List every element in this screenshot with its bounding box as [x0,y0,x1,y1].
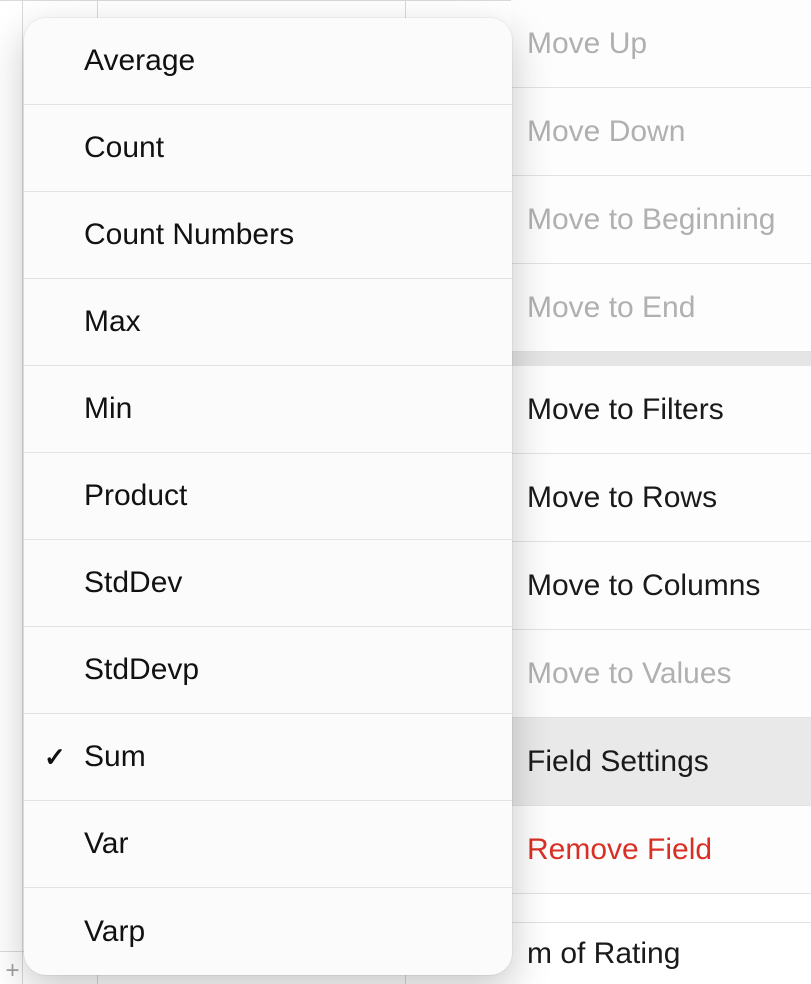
context-menu-item-move-columns[interactable]: Move to Columns [511,542,811,630]
summarize-option-label: Max [84,305,141,339]
context-menu-item-move-beginning: Move to Beginning [511,176,811,264]
summarize-option-count-numbers[interactable]: Count Numbers [24,192,512,279]
summarize-option-count[interactable]: Count [24,105,512,192]
summarize-option-varp[interactable]: Varp [24,888,512,975]
context-menu-item-label: Move to Values [527,657,732,691]
summarize-option-label: Min [84,392,132,426]
checkmark-icon: ✓ [44,742,66,773]
context-menu-item-move-up: Move Up [511,0,811,88]
context-menu-item-label: Move to End [527,291,695,325]
summarize-option-label: Count [84,131,164,165]
context-menu-item-remove-field[interactable]: Remove Field [511,806,811,894]
context-menu-item-label: Move Down [527,115,685,149]
context-menu-item-label: Move Up [527,27,647,61]
summarize-option-label: StdDev [84,566,182,600]
context-menu-separator [511,352,811,366]
summarize-option-label: Count Numbers [84,218,294,252]
summarize-option-label: Varp [84,915,145,949]
summarize-option-label: Var [84,827,128,861]
summarize-option-label: Average [84,44,195,78]
summarize-option-label: StdDevp [84,653,199,687]
context-menu-item-label: Move to Filters [527,393,724,427]
summarize-option-label: Sum [84,740,146,774]
context-menu-item-move-end: Move to End [511,264,811,352]
context-menu-item-move-down: Move Down [511,88,811,176]
value-field-label[interactable]: m of Rating [511,922,811,984]
context-menu-item-label: Move to Beginning [527,203,776,237]
context-menu-item-move-rows[interactable]: Move to Rows [511,454,811,542]
summarize-option-average[interactable]: Average [24,18,512,105]
value-field-label-text: m of Rating [527,937,680,971]
context-menu-item-label: Field Settings [527,745,709,779]
summarize-by-popup: Average Count Count Numbers Max Min Product St… [24,18,512,975]
summarize-option-max[interactable]: Max [24,279,512,366]
context-menu-item-move-values: Move to Values [511,630,811,718]
field-context-menu: Move Up Move Down Move to Beginning Move to… [511,0,811,894]
context-menu-item-label: Remove Field [527,833,712,867]
summarize-option-stddev[interactable]: StdDev [24,540,512,627]
summarize-option-label: Product [84,479,187,513]
summarize-option-min[interactable]: Min [24,366,512,453]
context-menu-item-field-settings[interactable]: Field Settings [511,718,811,806]
add-sheet-icon[interactable]: + [0,959,25,984]
summarize-option-stddevp[interactable]: StdDevp [24,627,512,714]
summarize-option-sum[interactable]: ✓ Sum [24,714,512,801]
summarize-option-product[interactable]: Product [24,453,512,540]
context-menu-item-label: Move to Columns [527,569,760,603]
context-menu-item-label: Move to Rows [527,481,717,515]
summarize-option-var[interactable]: Var [24,801,512,888]
context-menu-item-move-filters[interactable]: Move to Filters [511,366,811,454]
